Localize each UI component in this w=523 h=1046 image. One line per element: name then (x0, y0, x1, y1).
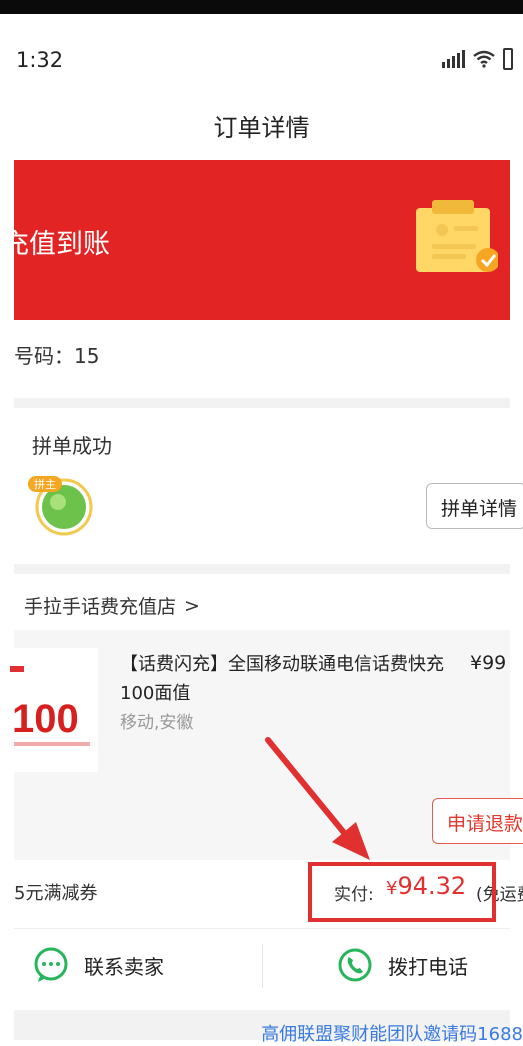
refund-button[interactable]: 申请退款 (432, 798, 523, 844)
status-icons (442, 48, 513, 70)
store-name: 手拉手话费充值店 (24, 596, 177, 618)
group-buy-status: 拼单成功 (32, 434, 112, 458)
store-link[interactable]: 手拉手话费充值店 > (24, 592, 200, 619)
section-divider (14, 398, 510, 408)
group-detail-button[interactable]: 拼单详情 (426, 483, 523, 529)
banner-text: 充值到账 (14, 229, 110, 260)
clipboard-check-icon (416, 200, 498, 272)
wifi-icon (473, 50, 495, 68)
recharge-banner: 充值到账 (14, 160, 510, 320)
section-divider (14, 564, 510, 574)
product-thumbnail[interactable]: 100 (10, 648, 98, 772)
svg-text:100: 100 (12, 697, 79, 741)
chat-bubble-icon (34, 947, 68, 982)
product-spec: 移动,安徽 (120, 713, 194, 733)
group-avatar[interactable]: 拼主 (28, 474, 96, 536)
signal-icon (442, 50, 465, 68)
status-time: 1:32 (16, 48, 64, 72)
top-black-bar (0, 0, 523, 14)
status-bar: 1:32 (0, 14, 523, 94)
battery-icon (503, 48, 513, 70)
phone-number: 号码：15 (14, 344, 100, 368)
highlight-box (308, 862, 496, 922)
contact-seller-button[interactable]: 联系卖家 (32, 946, 164, 984)
chevron-right-icon: > (184, 594, 200, 617)
product-title[interactable]: 【话费闪充】全国移动联通电信话费快充100面值 (120, 650, 460, 708)
product-image: 100 (10, 648, 98, 772)
phone-redaction (112, 342, 232, 364)
phone-icon (338, 948, 372, 982)
product-price: ¥99 (470, 652, 507, 674)
group-owner-badge: 拼主 (34, 477, 56, 491)
watermark: 高佣联盟聚财能团队邀请码1688 (261, 1024, 523, 1045)
call-button[interactable]: 拨打电话 (336, 946, 468, 984)
coupon-label: 5元满减券 (14, 883, 98, 904)
action-divider (262, 944, 263, 988)
contact-seller-label: 联系卖家 (84, 954, 164, 979)
call-label: 拨打电话 (388, 954, 468, 979)
page-title: 订单详情 (213, 114, 310, 142)
